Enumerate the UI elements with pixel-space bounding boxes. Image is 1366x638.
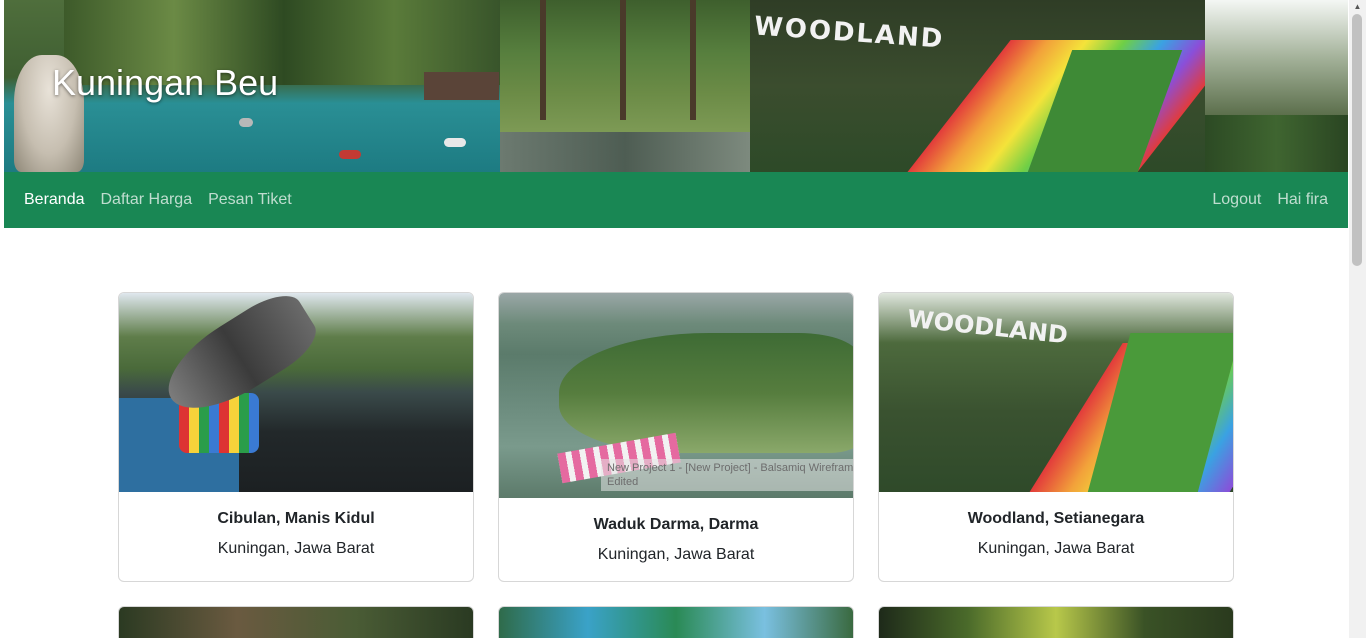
nav-link-beranda[interactable]: Beranda: [24, 191, 85, 209]
card-body: Woodland, Setianegara Kuningan, Jawa Bar…: [879, 492, 1233, 558]
hero-boat: [339, 150, 361, 159]
card-title: Cibulan, Manis Kidul: [217, 510, 375, 527]
destination-card-partial[interactable]: [878, 606, 1234, 638]
nav-right-group: Logout Hai fira: [1196, 172, 1328, 228]
card-title: Waduk Darma, Darma: [593, 516, 759, 533]
card-location: Kuningan, Jawa Barat: [977, 540, 1135, 557]
card-title: Woodland, Setianegara: [967, 510, 1145, 527]
navbar: Beranda Daftar Harga Pesan Tiket Logout …: [4, 172, 1348, 228]
nav-link-logout[interactable]: Logout: [1212, 191, 1261, 209]
hero-photo-camping: [500, 0, 750, 132]
hero-boat: [239, 118, 253, 127]
card-image: New Project 1 - [New Project] - Balsamiq…: [499, 293, 853, 498]
card-image-peninsula: [559, 333, 853, 453]
hero-shed: [424, 72, 499, 100]
hero-tree-trunk: [540, 0, 546, 120]
hero-photo-woodland: WOODLAND: [750, 0, 1241, 172]
destination-card-woodland[interactable]: WOODLAND Woodland, Setianegara Kuningan,…: [878, 292, 1234, 582]
nav-link-daftar-harga[interactable]: Daftar Harga: [101, 191, 193, 209]
hero-banner: WOODLAND Kuningan Beu: [4, 0, 1348, 172]
hero-photo-lake: [500, 132, 750, 172]
window-title-overlay: New Project 1 - [New Project] - Balsamiq…: [601, 459, 853, 491]
nav-left-group: Beranda Daftar Harga Pesan Tiket: [24, 172, 308, 228]
card-image-woodland-sign: WOODLAND: [905, 304, 1070, 350]
hero-woodland-sign: WOODLAND: [753, 11, 946, 55]
hero-photo-forest: [1205, 115, 1348, 172]
hero-tree-trunk: [690, 0, 696, 120]
site-title: Kuningan Beu: [52, 62, 279, 103]
hero-photo-treehouse: [1205, 0, 1348, 115]
card-body: Waduk Darma, Darma Kuningan, Jawa Barat: [499, 498, 853, 564]
vertical-scrollbar[interactable]: ▲: [1349, 0, 1366, 638]
destination-card-waduk-darma[interactable]: New Project 1 - [New Project] - Balsamiq…: [498, 292, 854, 582]
card-image: WOODLAND: [879, 293, 1233, 492]
nav-link-pesan-tiket[interactable]: Pesan Tiket: [208, 191, 292, 209]
card-body: Cibulan, Manis Kidul Kuningan, Jawa Bara…: [119, 492, 473, 558]
destination-card-partial[interactable]: [118, 606, 474, 638]
destination-card-partial[interactable]: [498, 606, 854, 638]
destination-card-cibulan[interactable]: Cibulan, Manis Kidul Kuningan, Jawa Bara…: [118, 292, 474, 582]
scroll-up-arrow-icon[interactable]: ▲: [1349, 0, 1366, 14]
card-location: Kuningan, Jawa Barat: [217, 540, 375, 557]
hero-tree-trunk: [620, 0, 626, 120]
card-location: Kuningan, Jawa Barat: [597, 546, 755, 563]
card-image: [119, 293, 473, 492]
scrollbar-thumb[interactable]: [1352, 14, 1362, 266]
nav-link-user-greeting[interactable]: Hai fira: [1277, 191, 1328, 209]
hero-boat: [444, 138, 466, 147]
page: WOODLAND Kuningan Beu Beranda Daftar Har…: [4, 0, 1348, 638]
